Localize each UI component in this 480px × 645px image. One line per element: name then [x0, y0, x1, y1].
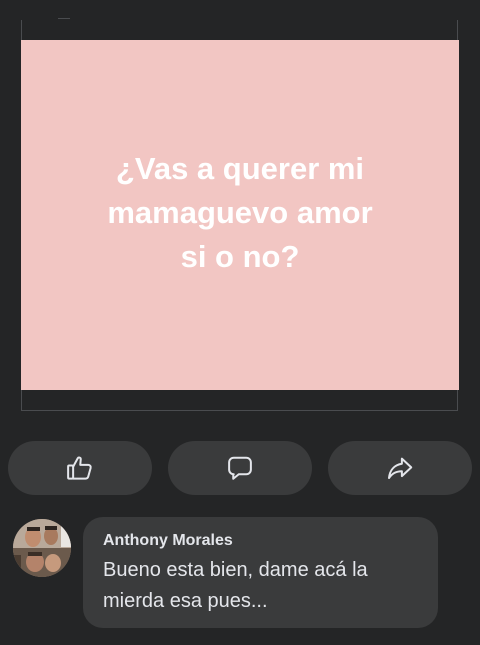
share-icon	[388, 457, 413, 479]
post-text-line: ¿Vas a querer mi	[115, 151, 365, 186]
like-icon	[67, 456, 92, 480]
comment-author[interactable]: Anthony Morales	[103, 531, 418, 551]
avatar[interactable]	[13, 519, 71, 577]
post-text: ¿Vas a querer mi mamaguevo amor si o no?	[107, 147, 372, 279]
avatar-photo	[13, 519, 71, 577]
comment-button[interactable]	[168, 441, 312, 495]
post-text-line: mamaguevo amor	[107, 195, 373, 230]
post-text-line: si o no?	[180, 239, 300, 274]
share-button[interactable]	[328, 441, 472, 495]
comment-text: Bueno esta bien, dame acá la mierda esa …	[103, 559, 368, 612]
post-actions-bar	[8, 441, 472, 495]
comment-icon	[228, 456, 252, 480]
post-frame-top-tick	[58, 18, 70, 19]
post-image[interactable]: ¿Vas a querer mi mamaguevo amor si o no?	[21, 40, 459, 390]
like-button[interactable]	[8, 441, 152, 495]
comment-bubble: Anthony Morales Bueno esta bien, dame ac…	[83, 517, 438, 628]
